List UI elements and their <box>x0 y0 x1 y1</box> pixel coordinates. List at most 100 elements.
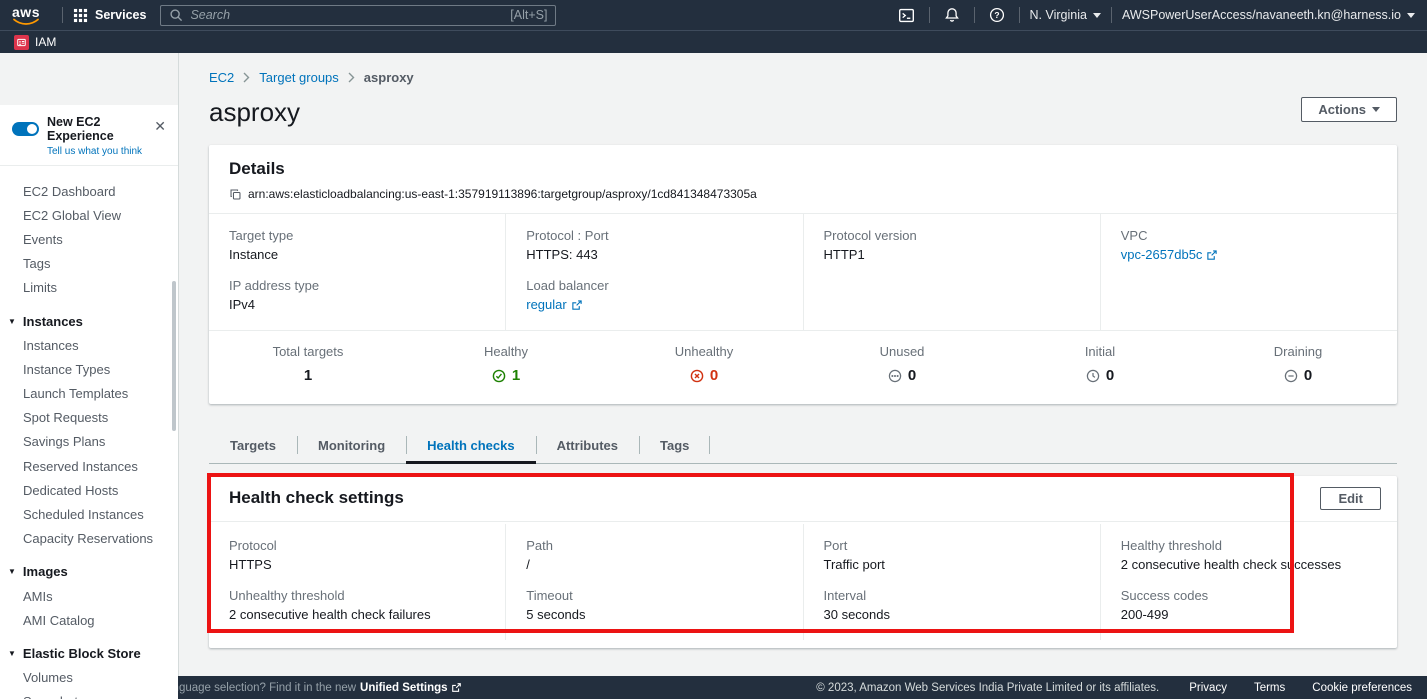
actions-button[interactable]: Actions <box>1301 97 1397 122</box>
minus-circle-icon <box>1284 369 1298 383</box>
sidebar-item-launch-templates[interactable]: Launch Templates <box>0 382 178 406</box>
unused-targets: Unused 0 <box>803 344 1001 388</box>
services-menu-button[interactable]: Services <box>73 8 146 23</box>
sidebar-section-ebs[interactable]: ▼ Elastic Block Store <box>0 641 178 665</box>
ip-address-type-label: IP address type <box>229 278 485 293</box>
targets-summary-row: Total targets 1 Healthy 1 Unhealthy 0 Un… <box>209 330 1397 404</box>
sidebar-item-tags[interactable]: Tags <box>0 252 178 276</box>
tab-targets[interactable]: Targets <box>209 429 297 463</box>
privacy-link[interactable]: Privacy <box>1189 682 1227 694</box>
page-title: asproxy <box>209 97 300 128</box>
sidebar-item-scheduled-instances[interactable]: Scheduled Instances <box>0 502 178 526</box>
sidebar-item-dedicated-hosts[interactable]: Dedicated Hosts <box>0 478 178 502</box>
breadcrumb-target-groups[interactable]: Target groups <box>259 70 339 85</box>
cloudshell-icon <box>898 7 915 24</box>
sidebar-item-ec2-global-view[interactable]: EC2 Global View <box>0 203 178 227</box>
load-balancer-label: Load balancer <box>526 278 782 293</box>
total-targets-label: Total targets <box>209 344 407 359</box>
sidebar-section-images[interactable]: ▼ Images <box>0 560 178 584</box>
sidebar-item-events[interactable]: Events <box>0 227 178 251</box>
terms-link[interactable]: Terms <box>1254 682 1285 694</box>
total-targets: Total targets 1 <box>209 344 407 388</box>
bell-icon <box>944 7 960 23</box>
divider <box>929 7 930 23</box>
sidebar-item-snapshots[interactable]: Snapshots <box>0 690 178 699</box>
sidebar-item-ec2-dashboard[interactable]: EC2 Dashboard <box>0 179 178 203</box>
sidebar-item-instance-types[interactable]: Instance Types <box>0 357 178 381</box>
vpc-link[interactable]: vpc-2657db5c <box>1121 247 1219 262</box>
account-label: AWSPowerUserAccess/navaneeth.kn@harness.… <box>1122 8 1401 22</box>
sidebar-scrollbar[interactable] <box>172 281 176 431</box>
aws-logo[interactable]: aws <box>12 6 40 25</box>
divider <box>974 7 975 23</box>
global-search[interactable]: [Alt+S] <box>160 5 556 26</box>
favorite-iam-label: IAM <box>35 35 56 49</box>
port-label: Port <box>824 538 1080 553</box>
tab-tags[interactable]: Tags <box>639 429 710 463</box>
cloudshell-button[interactable] <box>894 7 919 24</box>
vpc-label: VPC <box>1121 228 1377 243</box>
details-col-2: Protocol : Port HTTPS: 443 Load balancer… <box>506 214 803 330</box>
divider <box>1111 7 1112 23</box>
svg-text:?: ? <box>994 10 999 20</box>
draining-value: 0 <box>1304 367 1312 384</box>
unified-settings-link[interactable]: Unified Settings <box>360 682 462 694</box>
load-balancer-value: regular <box>526 297 566 312</box>
draining-label: Draining <box>1199 344 1397 359</box>
cookie-preferences-link[interactable]: Cookie preferences <box>1312 682 1412 694</box>
region-selector[interactable]: N. Virginia <box>1030 8 1101 22</box>
total-targets-value: 1 <box>304 367 312 384</box>
sidebar-item-capacity-reservations[interactable]: Capacity Reservations <box>0 527 178 551</box>
vpc-value: vpc-2657db5c <box>1121 247 1203 262</box>
load-balancer-link[interactable]: regular <box>526 297 582 312</box>
tab-health-checks-label: Health checks <box>427 438 514 453</box>
new-experience-title: New EC2 Experience <box>47 115 166 143</box>
initial-targets: Initial 0 <box>1001 344 1199 388</box>
account-menu[interactable]: AWSPowerUserAccess/navaneeth.kn@harness.… <box>1122 8 1415 22</box>
sidebar-item-savings-plans[interactable]: Savings Plans <box>0 430 178 454</box>
new-experience-toggle[interactable] <box>12 122 39 136</box>
breadcrumb-ec2[interactable]: EC2 <box>209 70 234 85</box>
tab-attributes[interactable]: Attributes <box>536 429 639 463</box>
health-check-card: Health check settings Edit Protocol HTTP… <box>209 476 1397 648</box>
sidebar-section-instances[interactable]: ▼ Instances <box>0 309 178 333</box>
aws-smile-icon <box>12 18 40 25</box>
notifications-button[interactable] <box>940 7 964 23</box>
details-col-4: VPC vpc-2657db5c <box>1101 214 1397 330</box>
draining-targets: Draining 0 <box>1199 344 1397 388</box>
search-shortcut: [Alt+S] <box>510 8 547 22</box>
footer: Feedback Looking for language selection?… <box>0 676 1427 699</box>
search-input[interactable] <box>190 8 503 22</box>
protocol-version-label: Protocol version <box>824 228 1080 243</box>
sidebar-item-spot-requests[interactable]: Spot Requests <box>0 406 178 430</box>
health-check-col-1: Protocol HTTPS Unhealthy threshold 2 con… <box>209 524 506 640</box>
sidebar-item-limits[interactable]: Limits <box>0 276 178 300</box>
tab-health-checks[interactable]: Health checks <box>406 429 535 463</box>
tab-monitoring[interactable]: Monitoring <box>297 429 406 463</box>
healthy-value: 1 <box>512 367 520 384</box>
region-label: N. Virginia <box>1030 8 1087 22</box>
sidebar-item-ami-catalog[interactable]: AMI Catalog <box>0 608 178 632</box>
grid-icon <box>73 8 88 23</box>
services-label: Services <box>95 8 146 22</box>
sidebar-item-reserved-instances[interactable]: Reserved Instances <box>0 454 178 478</box>
healthy-threshold-label: Healthy threshold <box>1121 538 1377 553</box>
tell-us-link[interactable]: Tell us what you think <box>47 146 166 157</box>
external-link-icon <box>1206 249 1218 261</box>
new-experience-panel: New EC2 Experience Tell us what you thin… <box>0 105 178 166</box>
close-icon[interactable]: ✕ <box>154 119 166 133</box>
path-value: / <box>526 557 782 572</box>
ip-address-type-value: IPv4 <box>229 297 485 312</box>
sidebar-item-instances[interactable]: Instances <box>0 333 178 357</box>
unhealthy-label: Unhealthy <box>605 344 803 359</box>
help-button[interactable]: ? <box>985 7 1009 23</box>
active-tab-underline <box>406 461 535 464</box>
favorite-iam[interactable]: IAM <box>14 35 56 50</box>
divider <box>1019 7 1020 23</box>
sidebar-item-volumes[interactable]: Volumes <box>0 666 178 690</box>
healthy-threshold-value: 2 consecutive health check successes <box>1121 557 1377 572</box>
sidebar-item-amis[interactable]: AMIs <box>0 584 178 608</box>
copy-icon[interactable] <box>229 188 242 201</box>
timeout-value: 5 seconds <box>526 607 782 622</box>
edit-button[interactable]: Edit <box>1320 487 1381 510</box>
